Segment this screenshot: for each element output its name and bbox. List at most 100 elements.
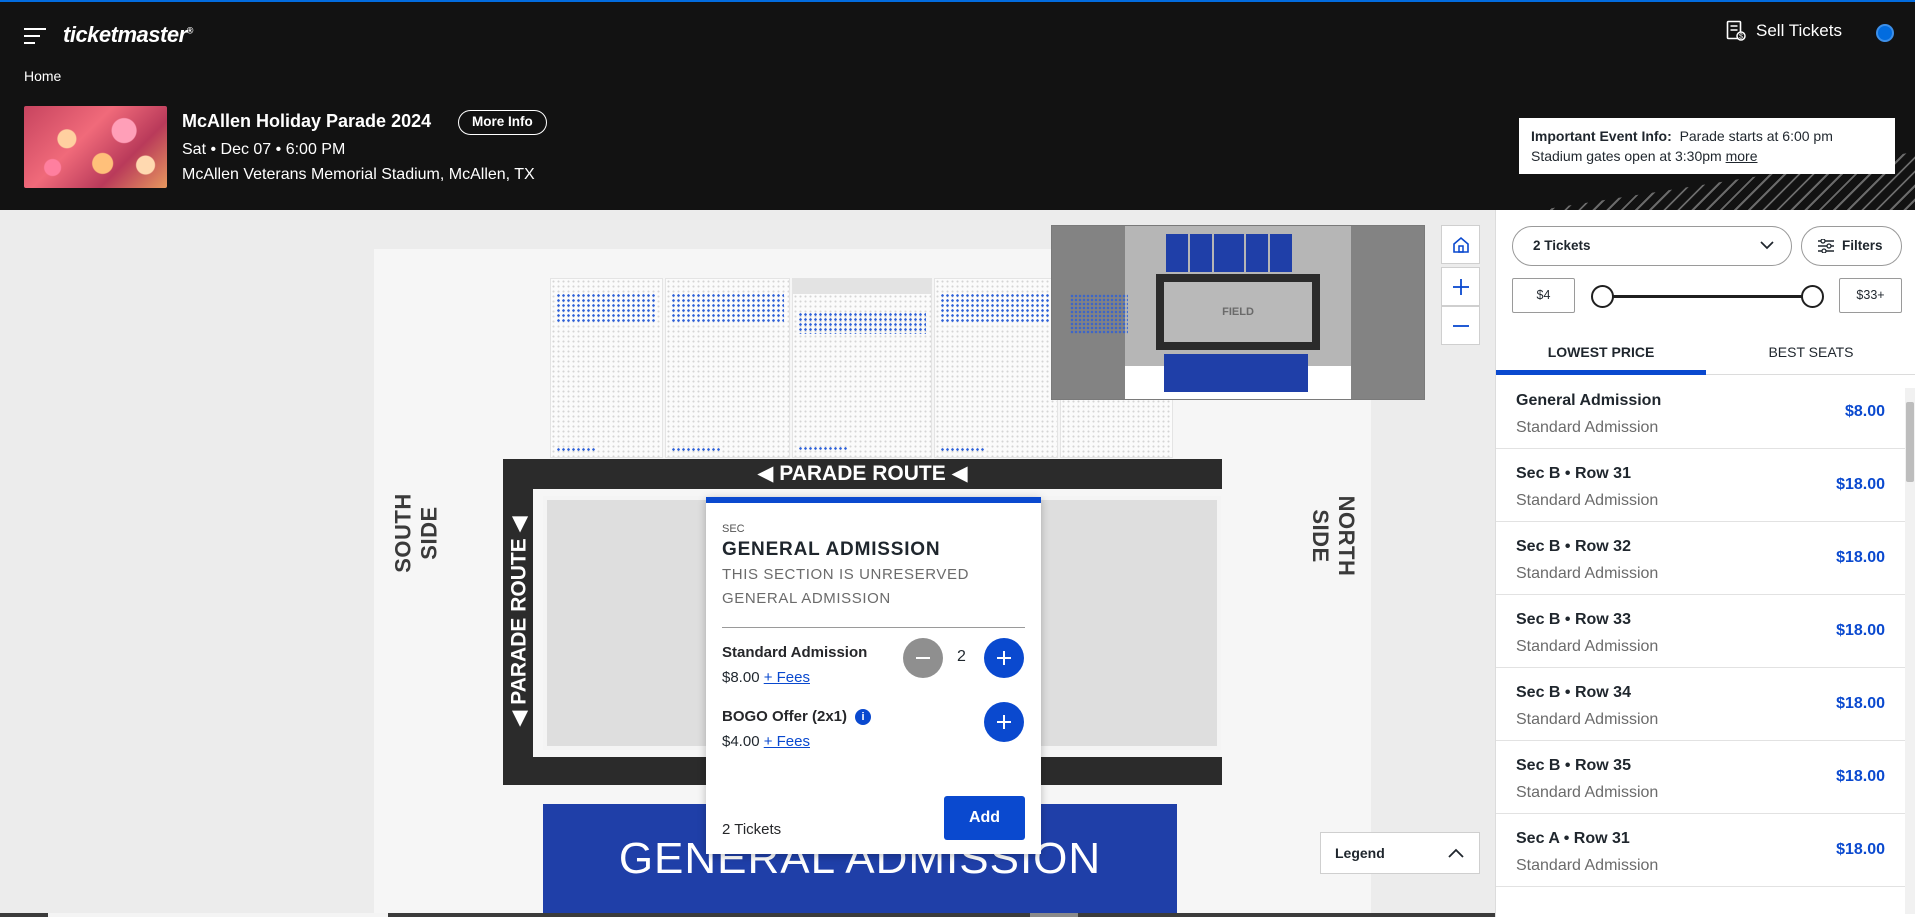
event-venue: McAllen Veterans Memorial Stadium, McAll… xyxy=(182,166,535,183)
min-price-field[interactable]: $4 xyxy=(1512,278,1575,313)
sell-tickets-link[interactable]: $ Sell Tickets xyxy=(1726,20,1842,42)
home-icon xyxy=(1452,236,1469,253)
listing-price: $18.00 xyxy=(1836,695,1885,712)
minus-icon xyxy=(916,657,930,659)
tab-best-seats[interactable]: BEST SEATS xyxy=(1706,330,1915,375)
popup-subtitle: THIS SECTION IS UNRESERVED GENERAL ADMIS… xyxy=(722,566,970,607)
list-item[interactable]: General Admission Standard Admission $8.00 xyxy=(1496,376,1905,449)
listings-panel: 2 Tickets Filters $4 $33+ LOWEST PRICE B… xyxy=(1495,210,1915,917)
increase-quantity-button[interactable] xyxy=(984,702,1024,742)
popup-ticket-count: 2 Tickets xyxy=(722,821,782,838)
offer-price: $4.00 xyxy=(722,733,760,750)
quantity-value: 2 xyxy=(957,648,966,665)
max-price-field[interactable]: $33+ xyxy=(1839,278,1902,313)
offer-name: Standard Admission xyxy=(722,644,868,661)
filters-label: Filters xyxy=(1842,238,1883,253)
listings-list: General Admission Standard Admission $8.00… xyxy=(1496,376,1905,887)
more-info-button[interactable]: More Info xyxy=(458,110,547,135)
parade-route-top: ◀ PARADE ROUTE ◀ xyxy=(503,459,1222,489)
offer-price: $8.00 xyxy=(722,669,760,686)
legend-toggle[interactable]: Legend xyxy=(1320,832,1480,874)
seating-block[interactable] xyxy=(665,278,790,458)
minus-icon xyxy=(1452,324,1469,327)
svg-text:$: $ xyxy=(1739,34,1743,41)
important-info-label: Important Event Info: xyxy=(1531,128,1672,144)
reset-view-button[interactable] xyxy=(1441,225,1480,264)
event-header: ticketmaster® $ Sell Tickets Home McAlle… xyxy=(0,2,1915,210)
minimap-section xyxy=(1270,234,1292,272)
list-item[interactable]: Sec B • Row 33 Standard Admission $18.00 xyxy=(1496,595,1905,668)
filters-button[interactable]: Filters xyxy=(1801,226,1902,266)
listings-scrollbar-thumb[interactable] xyxy=(1906,402,1914,482)
parade-route-left: ◀ PARADE ROUTE ◀ xyxy=(503,489,533,757)
listing-price: $18.00 xyxy=(1836,549,1885,566)
plus-icon xyxy=(997,715,1011,729)
decrease-quantity-button[interactable] xyxy=(903,638,943,678)
sell-tickets-label: Sell Tickets xyxy=(1756,21,1842,40)
minimap-section xyxy=(1214,234,1244,272)
seat-map[interactable]: ◀ PARADE ROUTE ◀ ◀ PARADE ROUTE ◀ SOUTH … xyxy=(0,210,1495,917)
popup-sec-label: SEC xyxy=(722,523,745,535)
seating-block[interactable] xyxy=(792,278,932,458)
ticket-quantity-select[interactable]: 2 Tickets xyxy=(1512,226,1792,266)
horizontal-scrollbar[interactable] xyxy=(0,913,1495,917)
offer-row: BOGO Offer (2x1) i $4.00 + Fees xyxy=(722,702,1025,764)
chevron-up-icon xyxy=(1448,848,1464,858)
price-slider-min-handle[interactable] xyxy=(1591,285,1614,308)
event-date: Sat • Dec 07 • 6:00 PM xyxy=(182,141,346,158)
minimap-section xyxy=(1190,234,1212,272)
event-image xyxy=(24,106,167,188)
price-slider-max-handle[interactable] xyxy=(1801,285,1824,308)
hamburger-menu-icon[interactable] xyxy=(24,28,46,44)
list-item[interactable]: Sec B • Row 35 Standard Admission $18.00 xyxy=(1496,741,1905,814)
seating-block[interactable] xyxy=(550,278,663,458)
listings-scrollbar[interactable] xyxy=(1905,388,1915,914)
info-icon[interactable]: i xyxy=(855,709,872,725)
offer-row: Standard Admission $8.00 + Fees 2 xyxy=(722,638,1025,700)
north-side-label: NORTH SIDE xyxy=(1308,495,1359,577)
legend-label: Legend xyxy=(1335,845,1385,861)
user-avatar[interactable] xyxy=(1876,24,1894,42)
minimap-highlight xyxy=(1070,294,1128,334)
important-info-more-link[interactable]: more xyxy=(1726,148,1758,164)
offer-name: BOGO Offer (2x1) xyxy=(722,708,848,725)
add-button[interactable]: Add xyxy=(944,796,1025,840)
listing-price: $18.00 xyxy=(1836,476,1885,493)
filters-icon xyxy=(1818,239,1834,253)
minimap[interactable]: FIELD xyxy=(1051,225,1425,400)
zoom-out-button[interactable] xyxy=(1441,306,1480,345)
minimap-overlay-right xyxy=(1351,226,1424,399)
minimap-general-admission xyxy=(1164,354,1308,392)
event-title: McAllen Holiday Parade 2024 xyxy=(182,111,432,131)
popup-title: GENERAL ADMISSION xyxy=(722,539,941,560)
parade-route-left-label: ◀ PARADE ROUTE ◀ xyxy=(507,516,531,727)
popup-divider xyxy=(722,627,1025,628)
breadcrumb-home[interactable]: Home xyxy=(24,68,61,84)
list-item[interactable]: Sec B • Row 32 Standard Admission $18.00 xyxy=(1496,522,1905,595)
minimap-field: FIELD xyxy=(1156,274,1320,350)
zoom-in-button[interactable] xyxy=(1441,267,1480,306)
fees-link[interactable]: + Fees xyxy=(764,733,810,750)
south-side-label: SOUTH SIDE xyxy=(390,493,442,573)
chevron-down-icon xyxy=(1760,241,1774,250)
fees-link[interactable]: + Fees xyxy=(764,669,810,686)
sort-tabs: LOWEST PRICE BEST SEATS xyxy=(1496,330,1915,375)
list-item[interactable]: Sec A • Row 31 Standard Admission $18.00 xyxy=(1496,814,1905,887)
plus-icon xyxy=(997,651,1011,665)
important-event-info: Important Event Info: Parade starts at 6… xyxy=(1519,118,1895,174)
seating-block[interactable] xyxy=(934,278,1058,458)
important-info-line2: Stadium gates open at 3:30pm xyxy=(1531,148,1722,164)
list-item[interactable]: Sec B • Row 34 Standard Admission $18.00 xyxy=(1496,668,1905,741)
price-slider-track[interactable] xyxy=(1603,295,1813,298)
plus-icon xyxy=(1452,278,1469,295)
scrollbar-marker xyxy=(1030,913,1078,917)
increase-quantity-button[interactable] xyxy=(984,638,1024,678)
list-item[interactable]: Sec B • Row 31 Standard Admission $18.00 xyxy=(1496,449,1905,522)
section-popup: SEC GENERAL ADMISSION THIS SECTION IS UN… xyxy=(706,497,1041,854)
scrollbar-thumb[interactable] xyxy=(48,913,388,917)
important-info-line1: Parade starts at 6:00 pm xyxy=(1679,128,1833,144)
ticketmaster-logo[interactable]: ticketmaster® xyxy=(63,22,193,48)
listing-price: $18.00 xyxy=(1836,841,1885,858)
minimap-section xyxy=(1246,234,1268,272)
tab-lowest-price[interactable]: LOWEST PRICE xyxy=(1496,330,1706,375)
